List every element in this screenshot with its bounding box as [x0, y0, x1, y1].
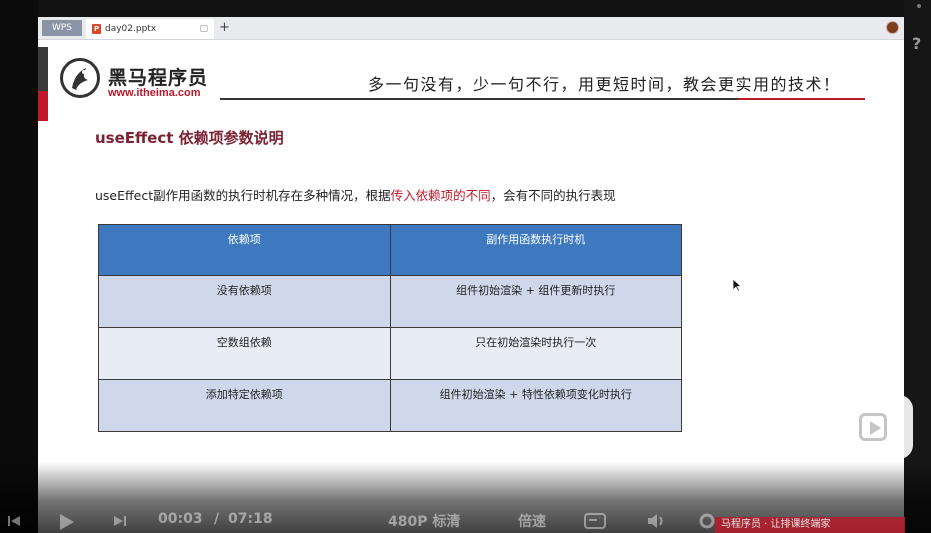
table-cell: 空数组依赖	[98, 327, 391, 380]
slide-heading: useEffect 依赖项参数说明	[95, 129, 284, 147]
slide-accent-red	[38, 91, 48, 121]
tab-close-icon[interactable]: ▢	[199, 19, 208, 39]
previous-icon[interactable]	[6, 513, 22, 529]
desc-text-after: ，会有不同的执行表现	[490, 188, 616, 203]
watermark-badge: 马程序员 · 让排课终端家	[715, 517, 905, 533]
next-icon[interactable]	[112, 513, 128, 529]
tab-wps[interactable]: WPS	[42, 20, 82, 36]
file-tab-label: day02.pptx	[105, 24, 157, 34]
desc-text-before: useEffect副作用函数的执行时机存在多种情况，根据	[95, 188, 391, 203]
table-header-row: 依赖项 副作用函数执行时机	[98, 224, 682, 276]
new-tab-button[interactable]: +	[219, 18, 230, 38]
settings-icon[interactable]	[698, 512, 716, 530]
table-cell: 只在初始渲染时执行一次	[389, 327, 682, 380]
brand-logo-icon	[60, 58, 100, 98]
play-pause-icon[interactable]	[56, 512, 76, 532]
mouse-cursor-icon	[732, 277, 743, 296]
table-row: 空数组依赖 只在初始渲染时执行一次	[98, 327, 682, 380]
danmaku-icon[interactable]	[584, 513, 606, 529]
speed-selector[interactable]: 倍速	[518, 511, 546, 531]
desc-highlight: 传入依赖项的不同	[390, 188, 491, 203]
quality-selector[interactable]: 480P 标清	[388, 511, 460, 531]
table-cell: 没有依赖项	[98, 275, 391, 328]
bilibili-play-button[interactable]	[833, 383, 913, 459]
table-cell: 添加特定依赖项	[98, 379, 391, 432]
table-header-cell: 副作用函数执行时机	[389, 224, 682, 276]
menu-dot-icon[interactable]	[917, 4, 921, 8]
tab-file[interactable]: day02.pptx ▢	[86, 19, 214, 39]
wps-window: WPS day02.pptx ▢ + 黑马程序员 www.itheima.com…	[38, 17, 904, 533]
play-icon	[859, 413, 887, 441]
brand-url: www.itheima.com	[108, 87, 201, 99]
time-separator: /	[214, 511, 220, 527]
pptx-file-icon	[92, 19, 101, 39]
slide-description: useEffect副作用函数的执行时机存在多种情况，根据传入依赖项的不同，会有不…	[95, 185, 616, 204]
table-cell: 组件初始渲染 + 特性依赖项变化时执行	[389, 379, 682, 432]
table-row: 没有依赖项 组件初始渲染 + 组件更新时执行	[98, 275, 682, 328]
slide-accent-dark	[38, 47, 48, 91]
left-margin	[0, 0, 38, 533]
time-total: 07:18	[228, 511, 273, 527]
time-current: 00:03	[158, 511, 203, 527]
table-row: 添加特定依赖项 组件初始渲染 + 特性依赖项变化时执行	[98, 379, 682, 432]
help-icon[interactable]: ?	[912, 34, 921, 53]
table-cell: 组件初始渲染 + 组件更新时执行	[389, 275, 682, 328]
table-header-cell: 依赖项	[98, 224, 391, 276]
volume-icon[interactable]	[646, 513, 668, 529]
tab-bar: WPS day02.pptx ▢ +	[38, 17, 904, 40]
slogan: 多一句没有，少一句不行，用更短时间，教会更实用的技术！	[368, 75, 841, 94]
dependency-table: 依赖项 副作用函数执行时机 没有依赖项 组件初始渲染 + 组件更新时执行 空数组…	[98, 224, 682, 432]
header-divider-accent	[738, 98, 865, 100]
avatar[interactable]	[886, 21, 899, 34]
brand-name: 黑马程序员	[108, 67, 209, 89]
